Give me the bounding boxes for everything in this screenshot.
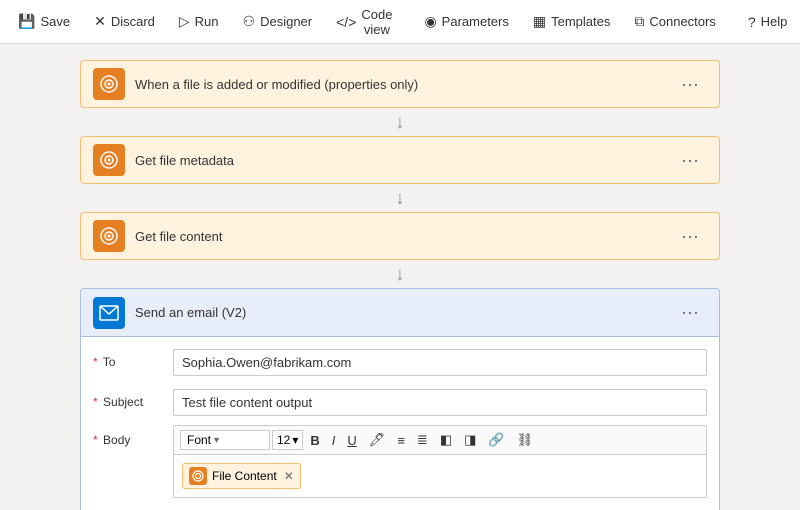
save-button[interactable]: 💾 Save	[8, 7, 80, 36]
save-icon: 💾	[18, 13, 35, 30]
editor-toolbar: Font ▾ 12 ▾ B I U 🖊 ≡ ≣ ◧	[174, 426, 706, 455]
subject-input[interactable]	[173, 389, 707, 416]
trigger-icon	[93, 68, 125, 100]
designer-label: Designer	[260, 14, 312, 29]
required-mark2: *	[93, 395, 98, 409]
email-step-label: Send an email (V2)	[135, 305, 673, 320]
link-button[interactable]: 🔗	[483, 430, 509, 450]
body-label: * Body	[93, 425, 173, 447]
email-form: * To * Subject * Body	[81, 337, 719, 510]
designer-button[interactable]: ⚇ Designer	[233, 7, 323, 36]
step2-more-icon[interactable]: ···	[673, 146, 707, 175]
run-icon: ▷	[179, 13, 190, 30]
file-content-icon	[189, 467, 207, 485]
step-trigger[interactable]: When a file is added or modified (proper…	[80, 60, 720, 108]
font-value: Font	[187, 433, 211, 447]
email-step: Send an email (V2) ··· * To * Subject	[80, 288, 720, 510]
font-size-value: 12	[277, 433, 290, 447]
body-editor: Font ▾ 12 ▾ B I U 🖊 ≡ ≣ ◧	[173, 425, 707, 498]
email-more-icon[interactable]: ···	[673, 298, 707, 327]
run-label: Run	[195, 14, 219, 29]
file-content-label: File Content	[212, 469, 277, 483]
connectors-icon: ⧉	[634, 13, 644, 30]
unordered-list-button[interactable]: ≡	[392, 431, 410, 450]
unlink-button[interactable]: ⛓	[512, 430, 539, 450]
editor-content[interactable]: File Content ✕	[174, 455, 706, 497]
designer-icon: ⚇	[243, 13, 256, 30]
parameters-icon: ◉	[424, 13, 436, 30]
file-content-tag: File Content ✕	[182, 463, 301, 489]
email-step-header[interactable]: Send an email (V2) ···	[81, 289, 719, 337]
bold-button[interactable]: B	[305, 431, 324, 450]
file-content-close-icon[interactable]: ✕	[284, 469, 294, 483]
codeview-label: Code view	[361, 7, 392, 37]
step-get-metadata[interactable]: Get file metadata ···	[80, 136, 720, 184]
email-icon	[93, 297, 125, 329]
size-chevron-icon: ▾	[292, 433, 298, 447]
required-mark3: *	[93, 433, 98, 447]
step1-label: When a file is added or modified (proper…	[135, 77, 673, 92]
body-row: * Body Font ▾ 12 ▾ B	[93, 425, 707, 498]
font-size-select[interactable]: 12 ▾	[272, 430, 303, 450]
font-select[interactable]: Font ▾	[180, 430, 270, 450]
step3-label: Get file content	[135, 229, 673, 244]
underline-button[interactable]: U	[342, 431, 361, 450]
step2-label: Get file metadata	[135, 153, 673, 168]
flow-canvas: When a file is added or modified (proper…	[0, 44, 800, 510]
help-label: Help	[761, 14, 788, 29]
metadata-icon	[93, 144, 125, 176]
discard-label: Discard	[111, 14, 155, 29]
to-label: * To	[93, 355, 173, 369]
discard-icon: ✕	[94, 13, 106, 30]
templates-button[interactable]: ▦ Templates	[523, 7, 620, 36]
codeview-button[interactable]: </> Code view	[326, 1, 402, 43]
templates-icon: ▦	[533, 13, 546, 30]
ordered-list-button[interactable]: ≣	[412, 430, 433, 450]
step3-more-icon[interactable]: ···	[673, 222, 707, 251]
step-get-content[interactable]: Get file content ···	[80, 212, 720, 260]
help-button[interactable]: ? Help	[738, 8, 798, 36]
subject-row: * Subject	[93, 385, 707, 419]
to-row: * To	[93, 345, 707, 379]
align-left-button[interactable]: ◧	[435, 430, 457, 450]
discard-button[interactable]: ✕ Discard	[84, 7, 165, 36]
toolbar: 💾 Save ✕ Discard ▷ Run ⚇ Designer </> Co…	[0, 0, 800, 44]
arrow1: ↓	[80, 108, 720, 136]
help-icon: ?	[748, 14, 756, 30]
italic-button[interactable]: I	[327, 431, 341, 450]
parameters-button[interactable]: ◉ Parameters	[414, 7, 518, 36]
font-chevron-icon: ▾	[214, 435, 219, 446]
arrow3: ↓	[80, 260, 720, 288]
templates-label: Templates	[551, 14, 610, 29]
parameters-label: Parameters	[442, 14, 509, 29]
codeview-icon: </>	[336, 14, 356, 30]
arrow2: ↓	[80, 184, 720, 212]
connectors-label: Connectors	[649, 14, 715, 29]
highlight-button[interactable]: 🖊	[364, 430, 391, 450]
to-input[interactable]	[173, 349, 707, 376]
run-button[interactable]: ▷ Run	[169, 7, 229, 36]
save-label: Save	[40, 14, 70, 29]
subject-label: * Subject	[93, 395, 173, 409]
content-icon	[93, 220, 125, 252]
connectors-button[interactable]: ⧉ Connectors	[624, 7, 725, 36]
step1-more-icon[interactable]: ···	[673, 70, 707, 99]
required-mark: *	[93, 355, 98, 369]
align-right-button[interactable]: ◨	[459, 430, 481, 450]
